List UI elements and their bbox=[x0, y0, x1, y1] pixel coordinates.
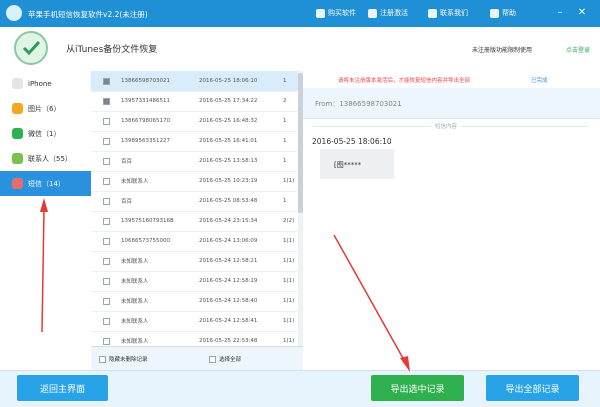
arrow-to-export bbox=[333, 234, 405, 361]
annotation-arrows bbox=[40, 198, 410, 372]
arrow-to-sms bbox=[41, 209, 45, 333]
arrowhead-sms bbox=[40, 198, 48, 212]
arrowhead-export bbox=[400, 356, 410, 372]
